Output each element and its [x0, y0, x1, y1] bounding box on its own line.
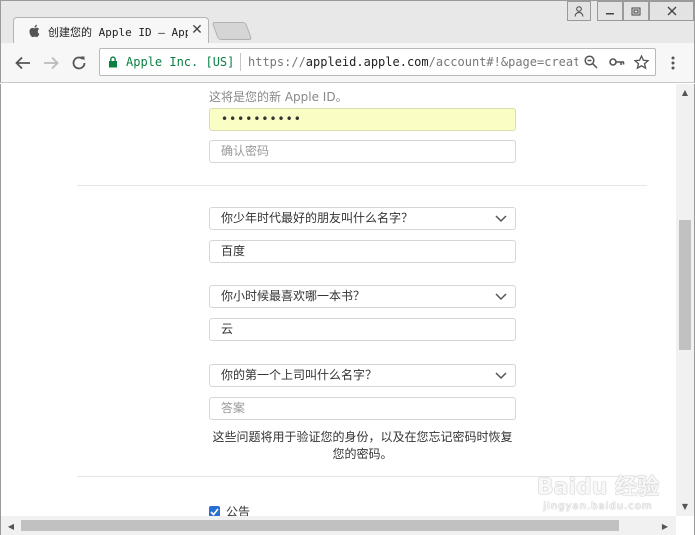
- vertical-scrollbar[interactable]: ▲ ▼: [676, 84, 694, 516]
- security-question-2-select[interactable]: 你小时候最喜欢哪一本书？: [209, 285, 516, 308]
- horizontal-scroll-thumb[interactable]: [21, 520, 619, 531]
- user-icon[interactable]: [567, 1, 591, 21]
- browser-toolbar: Apple Inc. [US] https://appleid.apple.co…: [0, 43, 695, 83]
- chevron-down-icon: [495, 215, 507, 223]
- reload-icon[interactable]: [67, 51, 91, 75]
- security-question-3-text: 你的第一个上司叫什么名字？: [221, 368, 378, 382]
- page-viewport: 这将是您的新 Apple ID。 •••••••••• 确认密码 你少年时代最好…: [0, 84, 695, 535]
- baidu-watermark: Baidu 经验 jingyan.baidu.com: [533, 469, 663, 512]
- address-bar-separator: [240, 53, 241, 71]
- address-bar[interactable]: Apple Inc. [US] https://appleid.apple.co…: [99, 48, 656, 76]
- password-field[interactable]: ••••••••••: [209, 108, 516, 131]
- tab-close-icon[interactable]: ✕: [190, 22, 204, 38]
- tab-strip: 创建您的 Apple ID – Apple ✕: [0, 0, 695, 45]
- vertical-scroll-thumb[interactable]: [679, 220, 691, 350]
- minimize-icon[interactable]: [597, 1, 623, 21]
- zoom-icon[interactable]: [582, 53, 600, 71]
- lock-icon: [108, 56, 118, 68]
- tab-title: 创建您的 Apple ID – Apple: [48, 26, 188, 39]
- active-tab[interactable]: 创建您的 Apple ID – Apple ✕: [13, 17, 209, 45]
- bookmark-star-icon[interactable]: [632, 53, 650, 71]
- security-question-3-select[interactable]: 你的第一个上司叫什么名字？: [209, 364, 516, 387]
- back-arrow-icon[interactable]: [11, 51, 35, 75]
- browser-menu-icon[interactable]: [663, 52, 683, 74]
- security-answer-2-field[interactable]: 云: [209, 318, 516, 341]
- security-questions-help-text: 这些问题将用于验证您的身份，以及在您忘记密码时恢复您的密码。: [212, 430, 513, 461]
- new-tab-button[interactable]: [211, 22, 253, 40]
- confirm-password-field[interactable]: 确认密码: [209, 140, 516, 163]
- url-text: https://appleid.apple.com/account#!&page…: [248, 55, 578, 69]
- horizontal-scrollbar[interactable]: ◀ ▶: [1, 516, 676, 535]
- watermark-brand: Baidu 经验: [536, 475, 660, 500]
- key-icon[interactable]: [608, 53, 626, 71]
- section-divider: [77, 185, 647, 186]
- checkmark-icon: [210, 507, 219, 516]
- security-question-1-text: 你少年时代最好的朋友叫什么名字？: [221, 211, 414, 225]
- scroll-up-arrow-icon[interactable]: ▲: [679, 86, 691, 98]
- scroll-right-arrow-icon[interactable]: ▶: [659, 520, 671, 532]
- security-answer-3-field[interactable]: 答案: [209, 397, 516, 420]
- forward-arrow-icon[interactable]: [39, 51, 63, 75]
- close-icon[interactable]: [649, 1, 694, 21]
- security-question-1-select[interactable]: 你少年时代最好的朋友叫什么名字？: [209, 207, 516, 230]
- security-question-2-text: 你小时候最喜欢哪一本书？: [221, 289, 366, 303]
- watermark-sub: jingyan.baidu.com: [543, 501, 653, 512]
- scroll-down-arrow-icon[interactable]: ▼: [679, 500, 691, 512]
- restore-icon[interactable]: [623, 1, 649, 21]
- apple-id-hint: 这将是您的新 Apple ID。: [209, 90, 348, 104]
- security-answer-1-field[interactable]: 百度: [209, 240, 516, 263]
- apple-logo-icon: [27, 24, 41, 38]
- chevron-down-icon: [495, 372, 507, 380]
- chevron-down-icon: [495, 293, 507, 301]
- secure-origin-label: Apple Inc. [US]: [126, 55, 235, 69]
- scroll-left-arrow-icon[interactable]: ◀: [5, 520, 17, 532]
